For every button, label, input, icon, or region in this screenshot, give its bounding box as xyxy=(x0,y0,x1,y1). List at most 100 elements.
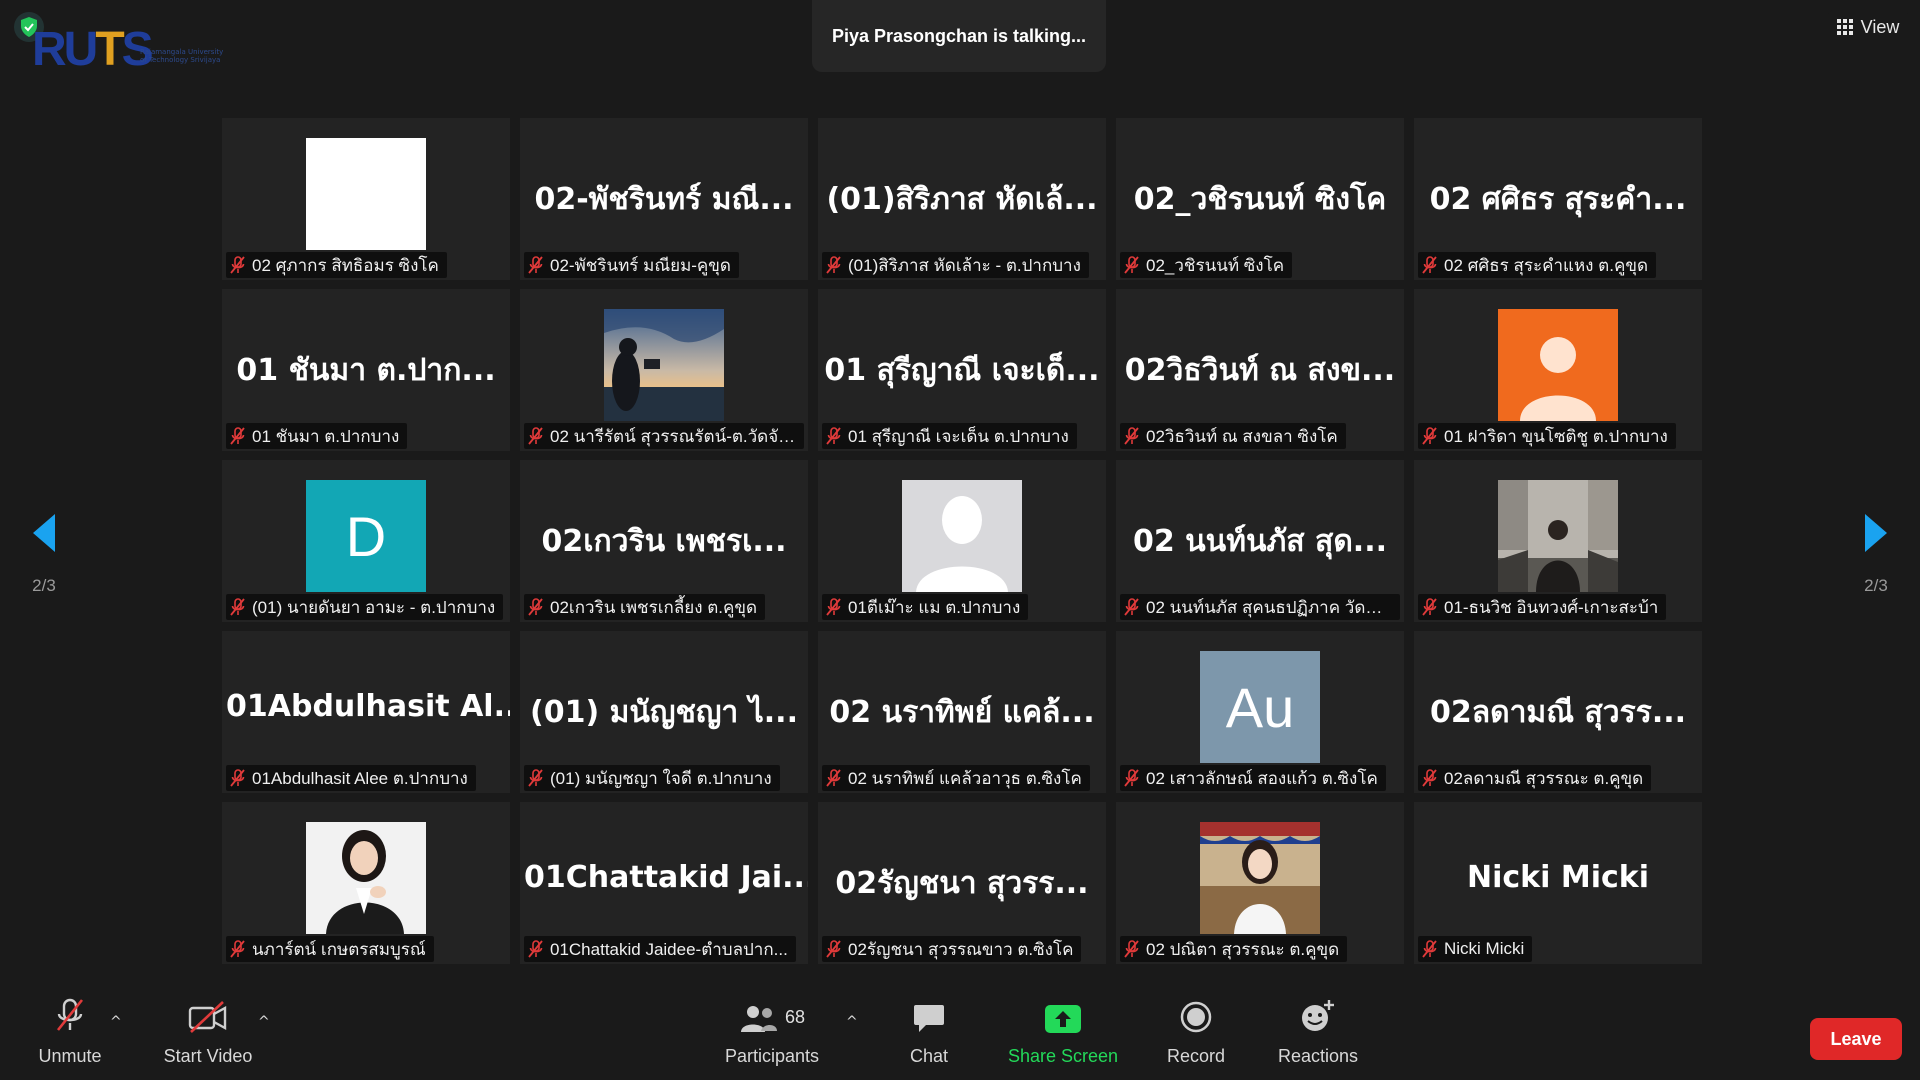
participant-name: Nicki Micki xyxy=(1444,939,1525,958)
participant-nameplate: 01Abdulhasit Alee ต.ปากบาง xyxy=(226,765,476,791)
participant-tile[interactable]: Nicki Micki Nicki Micki xyxy=(1414,802,1702,964)
participant-name: 02-พัชรินทร์ มณียม-คูขุด xyxy=(550,255,731,275)
participant-tile[interactable]: 01Abdulhasit Al... 01Abdulhasit Alee ต.ปา… xyxy=(222,631,510,793)
participant-tile[interactable]: 02 ศศิธร สุระคำ... 02 ศศิธร สุระคำแหง ต.ค… xyxy=(1414,118,1702,280)
mic-muted-icon xyxy=(528,427,543,445)
participant-nameplate: 02เกวริน เพชรเกลี้ยง ต.คูขุด xyxy=(524,594,766,620)
participant-nameplate: 01-ธนวิช อินทวงศ์-เกาะสะบ้า xyxy=(1418,594,1667,620)
unmute-button[interactable]: Unmute xyxy=(22,988,118,1080)
participant-name: 02วิธวินท์ ณ สงขลา ซิงโค xyxy=(1146,426,1338,446)
participant-display-name: (01)สิริภาส หัดเล้... xyxy=(826,182,1098,217)
participant-tile[interactable]: 01ตีเม๊าะ แม ต.ปากบาง xyxy=(818,460,1106,622)
letter-avatar: D xyxy=(306,480,426,592)
participant-tile[interactable]: (01) มนัญชญา ไ... (01) มนัญชญา ใจดี ต.ปาก… xyxy=(520,631,808,793)
participants-label: Participants xyxy=(724,1046,820,1066)
mic-muted-icon xyxy=(1124,769,1139,787)
mic-muted-icon xyxy=(1422,427,1437,445)
participant-display-name: Nicki Micki xyxy=(1466,860,1649,895)
participant-tile[interactable]: นภาร์ตน์ เกษตรสมบูรณ์ xyxy=(222,802,510,964)
participant-tile[interactable]: 01 ฝาริดา ขุนโซติชู ต.ปากบาง xyxy=(1414,289,1702,451)
mic-muted-icon xyxy=(230,769,245,787)
next-page[interactable]: 2/3 xyxy=(1846,512,1906,596)
share-screen-button[interactable]: Share Screen xyxy=(1004,988,1122,1080)
silhouette-avatar-icon xyxy=(902,480,1022,592)
record-button[interactable]: Record xyxy=(1156,988,1236,1080)
participant-tile[interactable]: D (01) นายดันยา อามะ - ต.ปากบาง xyxy=(222,460,510,622)
reactions-button[interactable]: Reactions xyxy=(1270,988,1366,1080)
participant-name: 01 ชันมา ต.ปากบาง xyxy=(252,426,400,446)
participant-name: 02 เสาวลักษณ์ สองแก้ว ต.ซิงโค xyxy=(1146,768,1378,788)
participant-nameplate: 02ลดามณี สุวรรณะ ต.คูขุด xyxy=(1418,765,1652,791)
participant-name: 02 นราทิพย์ แคล้วอาวุธ ต.ซิงโค xyxy=(848,768,1082,788)
participant-tile[interactable]: 02 นารีรัตน์ สุวรรณรัตน์-ต.วัดจัน... xyxy=(520,289,808,451)
participant-nameplate: Nicki Micki xyxy=(1418,936,1533,962)
arrow-right-icon[interactable] xyxy=(1861,512,1891,554)
participant-display-name: (01) มนัญชญา ไ... xyxy=(530,695,798,730)
participants-count: 68 xyxy=(784,1007,806,1027)
participant-nameplate: 02รัญชนา สุวรรณขาว ต.ซิงโค xyxy=(822,936,1082,962)
profile-photo-sunset xyxy=(604,309,724,421)
mic-muted-icon xyxy=(230,427,245,445)
mic-muted-icon xyxy=(528,256,543,274)
participant-name: 01Abdulhasit Alee ต.ปากบาง xyxy=(252,768,468,788)
participant-tile[interactable]: 01Chattakid Jai... 01Chattakid Jaidee-ตำบ… xyxy=(520,802,808,964)
profile-photo-girl xyxy=(1200,822,1320,934)
participant-name: 02 ศศิธร สุระคำแหง ต.คูขุด xyxy=(1444,255,1648,275)
participant-nameplate: 01Chattakid Jaidee-ตำบลปาก... xyxy=(524,936,796,962)
arrow-left-icon[interactable] xyxy=(29,512,59,554)
participant-nameplate: (01)สิริภาส หัดเล้าะ - ต.ปากบาง xyxy=(822,252,1089,278)
participant-display-name: 01Chattakid Jai... xyxy=(524,860,808,895)
share-screen-label: Share Screen xyxy=(1007,1046,1119,1066)
audio-options-caret[interactable]: ^ xyxy=(110,1014,122,1030)
participant-display-name: 02-พัชรินทร์ มณี... xyxy=(534,182,794,217)
participant-tile[interactable]: 02-พัชรินทร์ มณี... 02-พัชรินทร์ มณียม-คู… xyxy=(520,118,808,280)
participant-tile[interactable]: 02เกวริน เพชรเ... 02เกวริน เพชรเกลี้ยง ต.… xyxy=(520,460,808,622)
participant-tile[interactable]: 02ลดามณี สุวรร... 02ลดามณี สุวรรณะ ต.คูขุ… xyxy=(1414,631,1702,793)
mic-muted-icon xyxy=(230,598,245,616)
page-indicator-left: 2/3 xyxy=(32,576,56,595)
participant-name: (01) มนัญชญา ใจดี ต.ปากบาง xyxy=(550,768,772,788)
start-video-button[interactable]: Start Video xyxy=(152,988,264,1080)
chat-button[interactable]: Chat xyxy=(889,988,969,1080)
mic-muted-icon xyxy=(826,769,841,787)
participant-nameplate: 02 นราทิพย์ แคล้วอาวุธ ต.ซิงโค xyxy=(822,765,1090,791)
share-screen-icon xyxy=(1045,1005,1081,1033)
participant-tile[interactable]: 01 ชันมา ต.ปาก... 01 ชันมา ต.ปากบาง xyxy=(222,289,510,451)
meeting-toolbar: Unmute ^ Start Video ^ 68 Participants ^ xyxy=(0,988,1920,1080)
participant-tile[interactable]: (01)สิริภาส หัดเล้... (01)สิริภาส หัดเล้า… xyxy=(818,118,1106,280)
mic-muted-icon xyxy=(1422,598,1437,616)
participant-tile[interactable]: 02_วชิรนนท์ ซิงโค 02_วชิรนนท์ ซิงโค xyxy=(1116,118,1404,280)
mic-muted-icon xyxy=(826,940,841,958)
mic-muted-icon xyxy=(826,427,841,445)
participant-display-name: 02 นราทิพย์ แคล้... xyxy=(829,695,1095,730)
participant-tile[interactable]: 02 นราทิพย์ แคล้... 02 นราทิพย์ แคล้วอาวุ… xyxy=(818,631,1106,793)
participant-nameplate: 02วิธวินท์ ณ สงขลา ซิงโค xyxy=(1120,423,1346,449)
mic-muted-icon xyxy=(528,598,543,616)
participant-name: 02 นนท์นภัส สุคนธปฏิภาค วัดจัน... xyxy=(1146,597,1392,617)
previous-page[interactable]: 2/3 xyxy=(14,512,74,596)
participant-tile[interactable]: 02 นนท์นภัส สุด... 02 นนท์นภัส สุคนธปฏิภา… xyxy=(1116,460,1404,622)
participant-display-name: 02ลดามณี สุวรร... xyxy=(1429,695,1687,730)
chat-label: Chat xyxy=(909,1046,949,1066)
participant-tile[interactable]: Au 02 เสาวลักษณ์ สองแก้ว ต.ซิงโค xyxy=(1116,631,1404,793)
participant-tile[interactable]: 02วิธวินท์ ณ สงข... 02วิธวินท์ ณ สงขลา ซิ… xyxy=(1116,289,1404,451)
mic-muted-icon xyxy=(230,256,245,274)
unmute-label: Unmute xyxy=(38,1046,102,1066)
mic-muted-icon xyxy=(1422,940,1437,958)
participant-tile[interactable]: 02 ปณิตา สุวรรณะ ต.คูขุด xyxy=(1116,802,1404,964)
participant-tile[interactable]: 02รัญชนา สุวรร... 02รัญชนา สุวรรณขาว ต.ซิ… xyxy=(818,802,1106,964)
leave-button[interactable]: Leave xyxy=(1810,1018,1902,1060)
view-button[interactable]: View xyxy=(1828,10,1908,44)
participants-options-caret[interactable]: ^ xyxy=(846,1014,858,1030)
participants-button[interactable]: 68 Participants xyxy=(712,988,832,1080)
participant-nameplate: 02-พัชรินทร์ มณียม-คูขุด xyxy=(524,252,739,278)
mic-muted-icon xyxy=(528,769,543,787)
participant-tile[interactable]: 01-ธนวิช อินทวงศ์-เกาะสะบ้า xyxy=(1414,460,1702,622)
participant-tile[interactable]: 01 สุรีญาณี เจะเด็... 01 สุรีญาณี เจะเด็น… xyxy=(818,289,1106,451)
participant-tile[interactable]: 02 ศุภากร สิทธิอมร ซิงโค xyxy=(222,118,510,280)
video-options-caret[interactable]: ^ xyxy=(258,1014,270,1030)
page-indicator-right: 2/3 xyxy=(1864,576,1888,595)
view-label: View xyxy=(1860,16,1900,37)
logo-subtitle: Rajamangala University of Technology Sri… xyxy=(140,48,224,64)
grid-view-icon xyxy=(1836,19,1853,35)
